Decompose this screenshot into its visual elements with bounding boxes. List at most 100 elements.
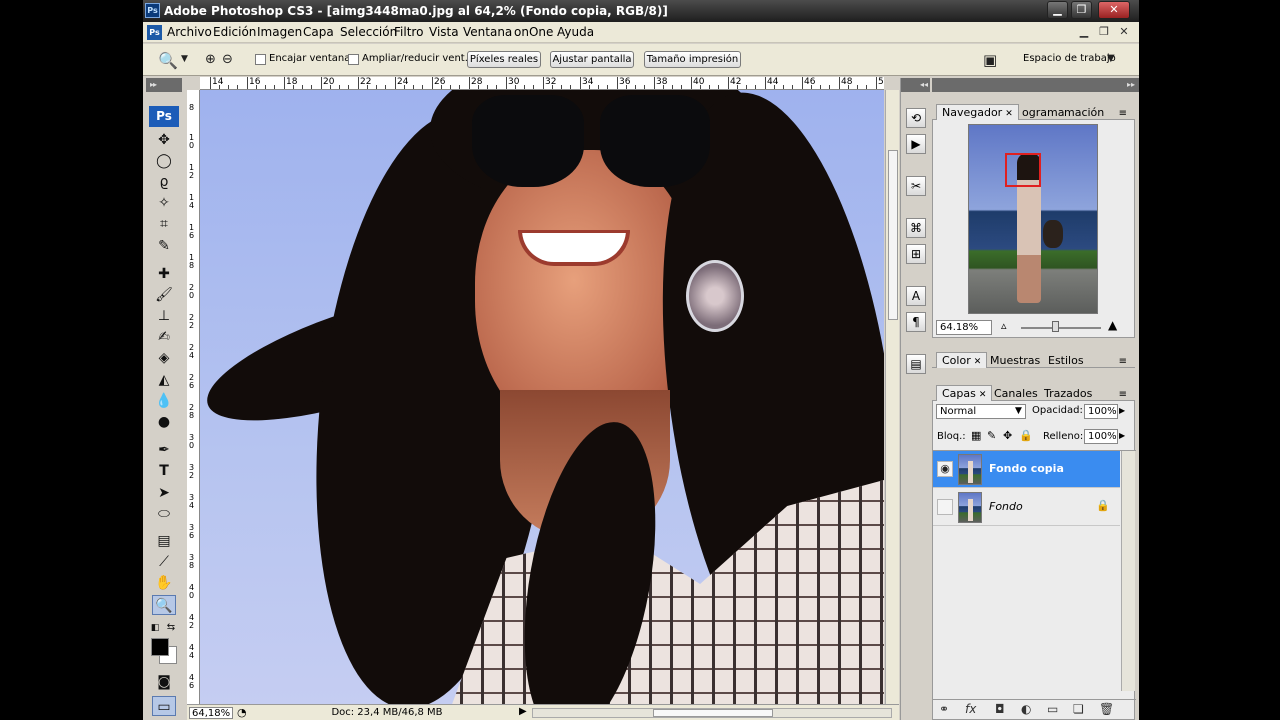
new-group-icon[interactable]: ▭ — [1047, 702, 1058, 716]
clone-stamp-icon[interactable]: ⊥ — [152, 306, 176, 326]
crop-tool-icon[interactable]: ⌗ — [152, 214, 176, 234]
menu-imagen[interactable]: Imagen — [257, 25, 302, 39]
brushes-panel-icon[interactable]: ⌘ — [906, 218, 926, 238]
default-colors-icon[interactable]: ◧ — [148, 618, 162, 638]
status-zoom-field[interactable]: 64,18% — [189, 707, 233, 719]
color-menu-icon[interactable]: ≡ — [1119, 356, 1127, 367]
visibility-eye-icon[interactable] — [937, 499, 953, 515]
menu-seleccion[interactable]: Selección — [340, 25, 397, 39]
history-brush-icon[interactable]: ✍ — [152, 327, 176, 347]
character-panel-icon[interactable]: A — [906, 286, 926, 306]
fill-arrow-icon[interactable]: ▶ — [1119, 431, 1125, 440]
marquee-tool-icon[interactable]: ◯ — [152, 151, 176, 171]
menu-archivo[interactable]: Archivo — [167, 25, 212, 39]
zoom-in-icon[interactable]: ⊕ — [205, 52, 216, 67]
shape-tool-icon[interactable]: ⬭ — [152, 504, 176, 524]
quick-mask-icon[interactable]: ◙ — [152, 672, 176, 692]
actions-panel-icon[interactable]: ▶ — [906, 134, 926, 154]
type-tool-icon[interactable]: T — [152, 461, 176, 481]
workspace-dropdown-icon[interactable]: ▼ — [1107, 53, 1115, 64]
foreground-color-swatch[interactable] — [151, 638, 169, 656]
close-tab-icon[interactable]: ✕ — [979, 390, 987, 400]
lock-position-icon[interactable]: ✥ — [1003, 429, 1012, 442]
tab-muestras[interactable]: Muestras — [984, 352, 1046, 368]
zoom-in-mountain-icon[interactable]: ▲ — [1108, 318, 1117, 332]
menu-onone[interactable]: onOne — [514, 25, 553, 39]
navigator-preview[interactable] — [968, 124, 1098, 314]
layer-row-fondo-copia[interactable]: ◉ Fondo copia — [933, 451, 1120, 488]
tab-color[interactable]: Color ✕ — [936, 352, 988, 368]
lasso-tool-icon[interactable]: ϱ — [152, 172, 176, 192]
eyedropper-icon[interactable]: ⟋ — [152, 552, 176, 572]
print-size-button[interactable]: Tamaño impresión — [644, 51, 741, 68]
pen-tool-icon[interactable]: ✒ — [152, 440, 176, 460]
tab-capas[interactable]: Capas ✕ — [936, 385, 993, 401]
blend-mode-select[interactable]: Normal — [936, 404, 1026, 419]
paint-bucket-icon[interactable]: ◭ — [152, 370, 176, 390]
doc-restore-icon[interactable]: ❐ — [1095, 24, 1113, 40]
layers-scrollbar[interactable] — [1121, 451, 1135, 691]
status-menu-icon[interactable]: ◔ — [237, 706, 247, 719]
zoom-out-icon[interactable]: ⊖ — [222, 52, 233, 67]
color-grip[interactable] — [932, 342, 1139, 348]
actual-pixels-button[interactable]: Píxeles reales — [467, 51, 541, 68]
tab-informacion[interactable]: mación — [1058, 104, 1110, 120]
layer-row-fondo[interactable]: Fondo 🔒 — [933, 489, 1120, 526]
layer-comps-icon[interactable]: ▤ — [906, 354, 926, 374]
blur-tool-icon[interactable]: 💧 — [152, 391, 176, 411]
tab-trazados[interactable]: Trazados — [1038, 385, 1098, 401]
magic-wand-icon[interactable]: ✧ — [152, 193, 176, 213]
workspace-menu[interactable]: Espacio de trabajo — [1023, 53, 1116, 64]
close-tab-icon[interactable]: ✕ — [974, 357, 982, 367]
tab-canales[interactable]: Canales — [988, 385, 1044, 401]
lock-pixels-icon[interactable]: ✎ — [987, 429, 996, 442]
menu-edicion[interactable]: Edición — [213, 25, 256, 39]
zoom-out-mountain-icon[interactable]: ▵ — [1001, 319, 1007, 332]
hand-tool-icon[interactable]: ✋ — [152, 573, 176, 593]
fit-screen-button[interactable]: Ajustar pantalla — [550, 51, 634, 68]
eraser-tool-icon[interactable]: ◈ — [152, 348, 176, 368]
menu-filtro[interactable]: Filtro — [394, 25, 423, 39]
visibility-eye-icon[interactable]: ◉ — [937, 461, 953, 477]
swap-colors-icon[interactable]: ⇆ — [164, 618, 178, 638]
zoom-tool-preset-icon[interactable]: 🔍 — [158, 51, 178, 70]
menu-vista[interactable]: Vista — [429, 25, 459, 39]
status-arrow-icon[interactable]: ▶ — [519, 706, 527, 717]
menu-ayuda[interactable]: Ayuda — [557, 25, 594, 39]
vertical-scrollbar[interactable] — [885, 90, 899, 704]
fit-window-checkbox[interactable] — [255, 54, 266, 65]
tab-navegador[interactable]: Navegador ✕ — [936, 104, 1019, 120]
zoom-tool-icon[interactable]: 🔍 — [152, 595, 176, 615]
document-canvas[interactable] — [200, 90, 884, 704]
close-icon[interactable]: ✕ — [1098, 1, 1130, 19]
opacity-arrow-icon[interactable]: ▶ — [1119, 406, 1125, 415]
preset-dropdown-icon[interactable]: ▼ — [181, 54, 188, 64]
ps-badge-icon[interactable]: Ps — [149, 106, 179, 127]
layer-mask-icon[interactable]: ◘ — [995, 702, 1005, 716]
panels-grip[interactable]: ▸▸ — [932, 78, 1139, 92]
layers-menu-icon[interactable]: ≡ — [1119, 389, 1127, 400]
toolbox-grip[interactable]: ▸▸ — [146, 78, 182, 92]
menu-capa[interactable]: Capa — [303, 25, 334, 39]
minimize-icon[interactable]: ▁ — [1047, 1, 1068, 19]
navigator-view-box[interactable] — [1005, 153, 1041, 187]
doc-minimize-icon[interactable]: ▁ — [1075, 24, 1093, 40]
navigator-zoom-field[interactable]: 64.18% — [936, 320, 992, 335]
navigator-menu-icon[interactable]: ≡ — [1119, 108, 1127, 119]
maximize-icon[interactable]: ❐ — [1071, 1, 1092, 19]
tab-estilos[interactable]: Estilos — [1042, 352, 1090, 368]
new-layer-icon[interactable]: ❏ — [1073, 702, 1084, 716]
navigator-zoom-slider[interactable] — [1021, 327, 1101, 329]
resize-window-checkbox[interactable] — [348, 54, 359, 65]
fill-field[interactable]: 100% — [1084, 429, 1118, 444]
vertical-scroll-thumb[interactable] — [888, 150, 898, 320]
notes-tool-icon[interactable]: ▤ — [152, 531, 176, 551]
link-layers-icon[interactable]: ⚭ — [939, 702, 949, 716]
close-tab-icon[interactable]: ✕ — [1005, 109, 1013, 119]
layer-style-icon[interactable]: fx — [965, 702, 976, 716]
move-tool-icon[interactable]: ✥ — [152, 130, 176, 150]
ps-menu-icon[interactable]: Ps — [147, 25, 162, 40]
adjustment-layer-icon[interactable]: ◐ — [1021, 702, 1031, 716]
slice-tool-icon[interactable]: ✎ — [152, 236, 176, 256]
path-selection-icon[interactable]: ➤ — [152, 483, 176, 503]
